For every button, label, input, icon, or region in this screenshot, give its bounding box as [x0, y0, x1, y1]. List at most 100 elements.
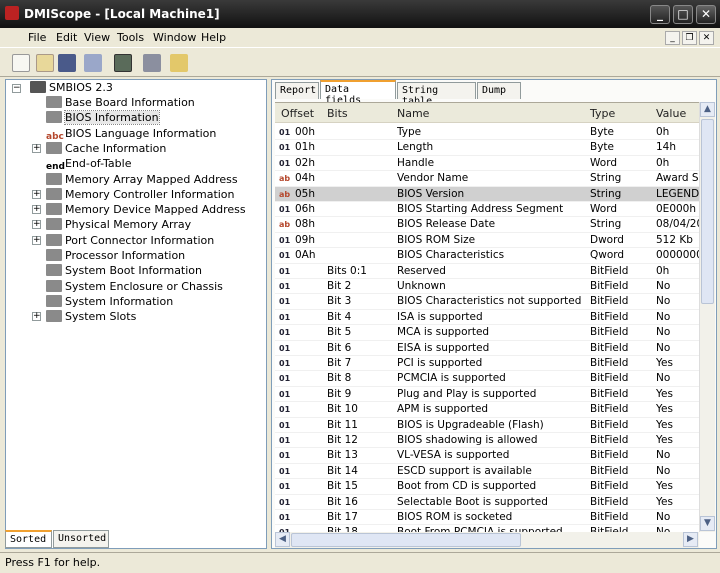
menu-edit[interactable]: Edit [56, 31, 77, 44]
scroll-down-button[interactable]: ▼ [700, 516, 715, 531]
tree-item[interactable]: Memory Array Mapped Address [46, 172, 238, 187]
expand-toggle[interactable]: + [32, 189, 41, 199]
table-row[interactable]: 01 02h Handle Word 0h [275, 156, 699, 172]
cell-type: BitField [590, 480, 629, 493]
tree-item[interactable]: BIOS Information [46, 110, 160, 126]
table-row[interactable]: 01 Bit 16 Selectable Boot is supported BitF… [275, 495, 699, 510]
table-row[interactable]: 01 Bit 8 PCMCIA is supported BitField No [275, 371, 699, 387]
table-row[interactable]: 01 Bit 13 VL-VESA is supported BitField No [275, 448, 699, 464]
cell-type: BitField [590, 280, 629, 292]
table-row[interactable]: 01 Bit 2 Unknown BitField No [275, 279, 699, 295]
cell-value: No [656, 280, 671, 292]
tab-dump[interactable]: Dump [477, 82, 521, 99]
copy-icon[interactable] [84, 54, 102, 72]
tree-item[interactable]: System Enclosure or Chassis [46, 279, 223, 294]
tree-item[interactable]: Processor Information [46, 248, 185, 263]
table-row[interactable]: 01 09h BIOS ROM Size Dword 512 Kb [275, 233, 699, 249]
vertical-scroll-thumb[interactable] [701, 119, 714, 304]
scroll-left-button[interactable]: ◀ [275, 532, 290, 547]
table-row[interactable]: 01 Bit 4 ISA is supported BitField No [275, 310, 699, 326]
table-row[interactable]: ab 04h Vendor Name String Award So [275, 171, 699, 187]
mdi-restore-button[interactable]: ❐ [682, 31, 697, 45]
horizontal-scrollbar[interactable]: ◀ ▶ [275, 532, 699, 548]
menu-tools[interactable]: Tools [117, 31, 144, 44]
table-row[interactable]: 01 Bit 3 BIOS Characteristics not supporte… [275, 294, 699, 310]
tree-item[interactable]: Port Connector Information [46, 233, 214, 248]
table-row[interactable]: 01 00h Type Byte 0h [275, 125, 699, 141]
tree-item[interactable]: abcBIOS Language Information [46, 126, 217, 142]
table-row[interactable]: 01 Bit 12 BIOS shadowing is allowed BitFiel… [275, 433, 699, 449]
expand-toggle[interactable]: + [32, 220, 41, 230]
expand-toggle[interactable]: + [32, 312, 41, 322]
mdi-minimize-button[interactable]: _ [665, 31, 680, 45]
col-value[interactable]: Value [656, 107, 686, 120]
tree-item-label: BIOS Language Information [65, 126, 217, 140]
tab-sorted[interactable]: Sorted [5, 530, 52, 548]
tree-item[interactable]: System Boot Information [46, 263, 202, 278]
col-name[interactable]: Name [397, 107, 429, 120]
table-row[interactable]: ab 08h BIOS Release Date String 08/04/200 [275, 217, 699, 233]
component-icon [46, 279, 62, 292]
tab-string-table[interactable]: String table [397, 82, 476, 107]
tree-item[interactable]: Base Board Information [46, 95, 195, 110]
new-icon[interactable] [12, 54, 30, 72]
cell-value: No [656, 525, 699, 532]
print-icon[interactable] [143, 54, 161, 72]
menu-view[interactable]: View [84, 31, 110, 44]
minimize-button[interactable]: _ [650, 5, 670, 24]
menu-window[interactable]: Window [153, 31, 196, 44]
expand-toggle[interactable]: + [32, 143, 41, 153]
tree-item[interactable]: Memory Controller Information [46, 187, 235, 202]
scroll-right-button[interactable]: ▶ [683, 532, 698, 547]
expand-toggle[interactable]: + [32, 205, 41, 215]
table-row[interactable]: 01 Bit 7 PCI is supported BitField Yes [275, 356, 699, 372]
numeric-field-icon: 01 [279, 451, 291, 461]
tree-item[interactable]: System Information [46, 294, 173, 309]
table-row[interactable]: 01 0Ah BIOS Characteristics Qword 00000000 [275, 248, 699, 264]
tree-item-label: Memory Device Mapped Address [65, 203, 246, 217]
mdi-close-button[interactable]: ✕ [699, 31, 714, 45]
tree-item[interactable]: endEnd-of-Table [46, 156, 131, 172]
maximize-button[interactable]: □ [673, 5, 693, 24]
tree-item[interactable]: System Slots [46, 309, 136, 324]
collapse-toggle[interactable]: − [12, 84, 21, 93]
open-icon[interactable] [36, 54, 54, 72]
folders-icon[interactable] [170, 54, 188, 72]
table-row[interactable]: 01 Bits 0:1 Reserved BitField 0h [275, 264, 699, 279]
horizontal-scroll-thumb[interactable] [291, 533, 521, 547]
tab-unsorted[interactable]: Unsorted [53, 530, 109, 548]
tree-root[interactable]: SMBIOS 2.3 [30, 80, 113, 95]
tree-item[interactable]: Cache Information [46, 141, 166, 156]
tree-item[interactable]: Memory Device Mapped Address [46, 202, 246, 217]
menu-file[interactable]: File [28, 31, 46, 44]
tab-report[interactable]: Report [275, 82, 319, 99]
cell-value: No [656, 449, 671, 462]
report-icon[interactable] [114, 54, 132, 72]
table-row[interactable]: 01 06h BIOS Starting Address Segment Word 0E… [275, 202, 699, 218]
table-row[interactable]: 01 Bit 10 APM is supported BitField Yes [275, 402, 699, 418]
close-button[interactable]: ✕ [696, 5, 716, 24]
table-row[interactable]: 01 Bit 18 Boot From PCMCIA is supported Bit… [275, 525, 699, 532]
save-icon[interactable] [58, 54, 76, 72]
menu-help[interactable]: Help [201, 31, 226, 44]
expand-toggle[interactable]: + [32, 235, 41, 245]
table-row[interactable]: 01 Bit 11 BIOS is Upgradeable (Flash) BitFi… [275, 418, 699, 433]
table-row[interactable]: 01 Bit 9 Plug and Play is supported BitFiel… [275, 387, 699, 403]
table-row[interactable]: 01 Bit 5 MCA is supported BitField No [275, 325, 699, 341]
table-row[interactable]: 01 Bit 17 BIOS ROM is socketed BitField No [275, 510, 699, 526]
numeric-field-icon: 01 [279, 405, 291, 415]
table-row[interactable]: 01 Bit 15 Boot from CD is supported BitFiel… [275, 479, 699, 495]
col-offset[interactable]: Offset [281, 107, 314, 120]
tree-panel: − SMBIOS 2.3 Base Board Information BIOS … [5, 79, 267, 549]
tree-item[interactable]: Physical Memory Array [46, 217, 191, 232]
table-row[interactable]: 01 Bit 14 ESCD support is available BitFiel… [275, 464, 699, 480]
table-row[interactable]: 01 01h Length Byte 14h [275, 140, 699, 156]
vertical-scrollbar[interactable]: ▲ ▼ [699, 102, 715, 532]
cell-value: Yes [656, 480, 673, 493]
col-bits[interactable]: Bits [327, 107, 348, 120]
scroll-up-button[interactable]: ▲ [700, 102, 715, 117]
table-row[interactable]: ab 05h BIOS Version String LEGEND D [275, 186, 699, 202]
tab-data-fields[interactable]: Data fields [320, 80, 396, 106]
col-type[interactable]: Type [590, 107, 615, 120]
table-row[interactable]: 01 Bit 6 EISA is supported BitField No [275, 341, 699, 356]
